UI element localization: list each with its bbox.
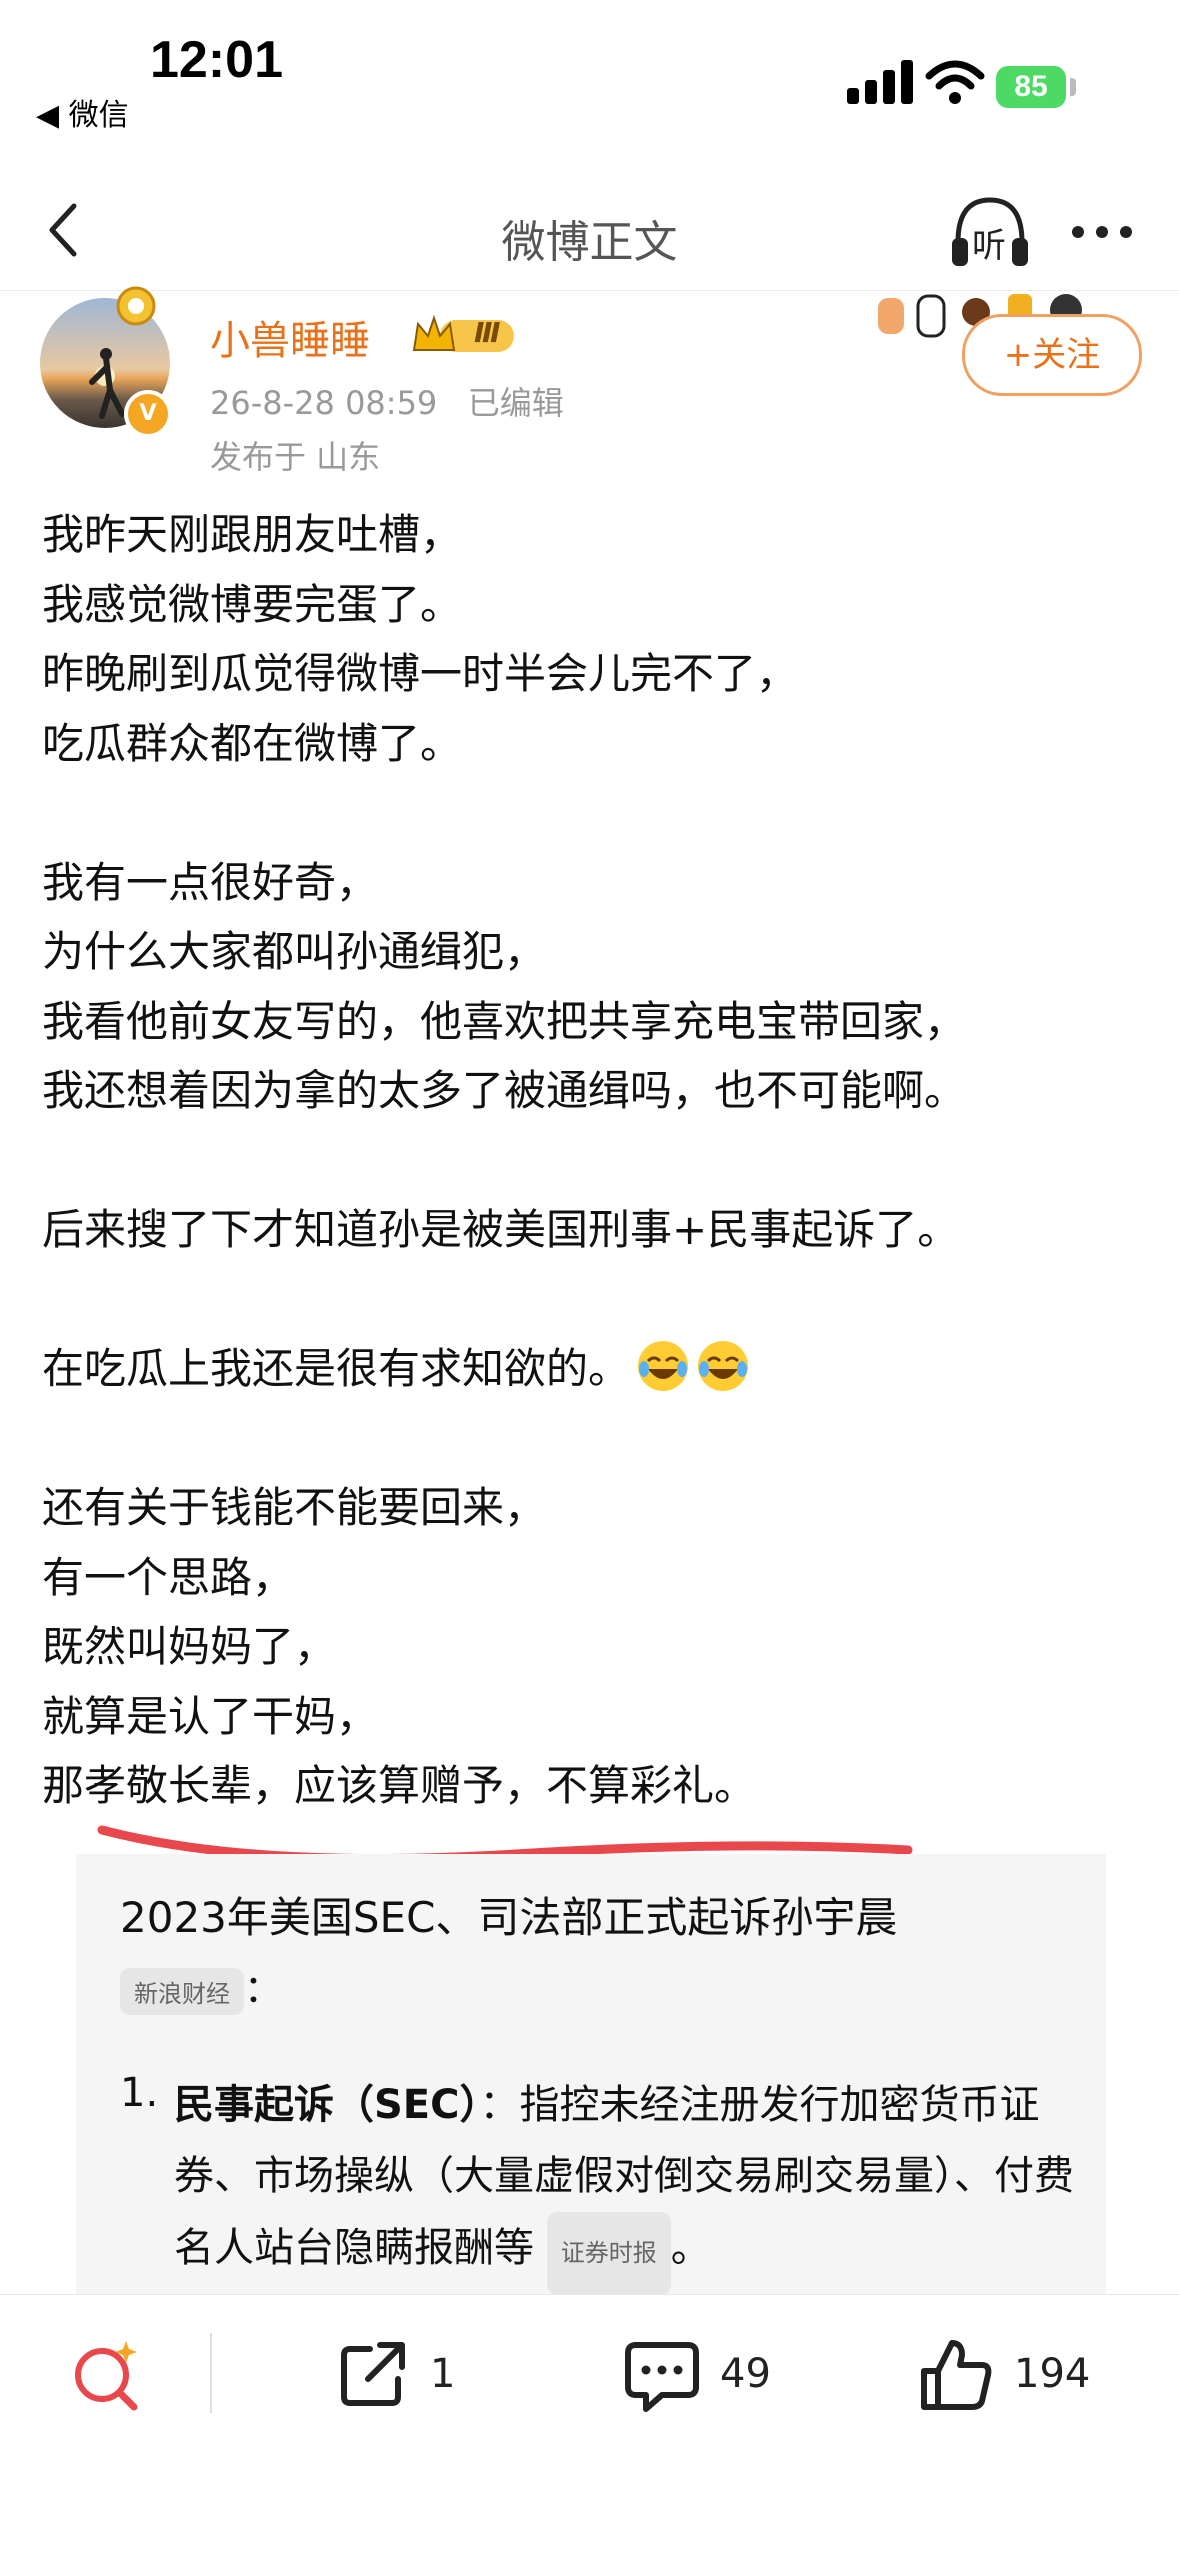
- post-line: 为什么大家都叫孙通缉犯，: [42, 927, 547, 976]
- nav-bar: 微博正文 听: [0, 170, 1179, 291]
- post-line: 昨晚刷到瓜觉得微博一时半会儿完不了，: [42, 649, 799, 698]
- like-button[interactable]: 194: [916, 2335, 1116, 2415]
- bottom-action-bar: 1 49 194: [0, 2294, 1179, 2557]
- verified-badge: V: [124, 390, 172, 438]
- repost-count: 1: [430, 2351, 456, 2397]
- battery-indicator: 85: [996, 66, 1066, 108]
- post-line: 有一个思路，: [42, 1552, 295, 1602]
- laughing-tears-emoji-icon: [698, 1341, 749, 1391]
- post-location: 发布于 山东: [210, 438, 381, 476]
- ai-search-icon[interactable]: [68, 2335, 148, 2415]
- post-line: 吃瓜群众都在微博了。: [42, 718, 463, 768]
- post-line: 我感觉微博要完蛋了。: [42, 579, 463, 629]
- ai-summary-title: 2023年美国SEC、司法部正式起诉孙宇晨: [120, 1893, 898, 1942]
- listen-button[interactable]: 听: [948, 192, 1032, 272]
- source-tag[interactable]: 证券时报: [546, 2212, 671, 2295]
- cellular-signal-icon: [847, 60, 913, 104]
- post-line: 在吃瓜上我还是很有求知欲的。: [42, 1344, 631, 1393]
- post-line: 我昨天刚跟朋友吐槽，: [42, 510, 463, 559]
- source-line: 新浪财经：: [120, 1958, 282, 2015]
- share-icon: [341, 2342, 405, 2406]
- status-time: 12:01: [150, 31, 283, 89]
- post-timestamp: 26-8-28 08:59 已编辑: [210, 384, 564, 422]
- comment-count: 49: [720, 2351, 771, 2397]
- post-line: 后来搜了下才知道孙是被美国刑事+民事起诉了。: [42, 1205, 960, 1254]
- follow-button[interactable]: +关注: [962, 314, 1142, 396]
- back-to-app-link[interactable]: ◀ 微信: [36, 90, 129, 134]
- wifi-icon: [925, 60, 985, 104]
- post-line-with-emoji: 在吃瓜上我还是很有求知欲的。: [42, 1334, 1152, 1404]
- post-body: 我昨天刚跟朋友吐槽， 我感觉微博要完蛋了。 昨晚刷到瓜觉得微博一时半会儿完不了，…: [42, 500, 1152, 1821]
- more-options-icon[interactable]: [1068, 210, 1138, 250]
- comment-button[interactable]: 49: [622, 2335, 782, 2415]
- post-line: 就算是认了干妈，: [42, 1691, 379, 1741]
- post-line: 既然叫妈妈了，: [42, 1622, 337, 1671]
- ai-summary-card[interactable]: 2023年美国SEC、司法部正式起诉孙宇晨 新浪财经： 1. 民事起诉（SEC）…: [76, 1854, 1106, 2295]
- list-item: 民事起诉（SEC）：指控未经注册发行加密货币证券、市场操纵（大量虚假对倒交易刷交…: [174, 2070, 1094, 2295]
- status-bar: 12:01 ◀ 微信 85: [0, 0, 1179, 150]
- source-suffix: ：: [244, 1967, 283, 2011]
- listen-label: 听: [972, 226, 1006, 266]
- member-level-label: Ⅲ: [474, 316, 501, 349]
- thumbs-up-icon: [921, 2340, 992, 2410]
- laughing-tears-emoji-icon: [638, 1341, 689, 1391]
- avatar-pendant-icon: [116, 286, 156, 326]
- repost-button[interactable]: 1: [334, 2335, 494, 2415]
- post-line: 我还想着因为拿的太多了被通缉吗，也不可能啊。: [42, 1066, 967, 1115]
- post-line: 那孝敬长辈，应该算赠予，不算彩礼。: [42, 1761, 757, 1810]
- battery-tip: [1070, 78, 1076, 96]
- crown-icon: [412, 314, 514, 352]
- post-line: 我看他前女友写的，他喜欢把共享充电宝带回家，: [42, 996, 967, 1046]
- list-item-heading: 民事起诉（SEC）: [174, 2082, 480, 2128]
- list-number: 1.: [120, 2070, 159, 2116]
- username-link[interactable]: 小兽睡睡: [210, 308, 370, 366]
- post-line: 还有关于钱能不能要回来，: [42, 1483, 547, 1532]
- source-tag[interactable]: 新浪财经: [120, 1968, 244, 2015]
- divider: [210, 2333, 212, 2413]
- member-level-badge[interactable]: Ⅲ: [410, 312, 520, 358]
- list-item-end: 。: [670, 2225, 711, 2271]
- like-count: 194: [1014, 2351, 1091, 2397]
- post-line: 我有一点很好奇，: [42, 857, 379, 907]
- comment-icon: [625, 2342, 699, 2412]
